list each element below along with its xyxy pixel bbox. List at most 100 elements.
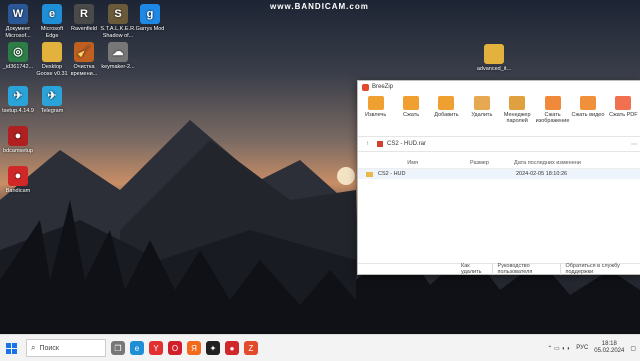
path-bar: ↑ CS2 - HUD.rar ⋯ [358,136,640,152]
bandicam-taskbar-icon[interactable]: ● [225,341,239,355]
bandicam-setup-icon: ● [8,126,28,146]
search-placeholder: Поиск [39,345,58,352]
compress-button[interactable]: Сжать [393,96,428,118]
bandicam-watermark: www.BANDICAM.com [270,2,369,11]
desktop-shortcut[interactable]: R Ravenfield [66,4,102,33]
archive-folder-icon [484,44,504,64]
system-tray: ⌃ ▭ ◖ ◗ РУС 18:18 05.02.2024 ▢ [547,341,640,355]
toolbar-label: Сжать видео [570,112,605,118]
column-size[interactable]: Размер [470,160,506,166]
search-icon: ⌕ [31,343,35,353]
file-date: 2024-02-05 18:10:26 [516,171,567,177]
breezip-window[interactable]: BreeZip ИзвлечьСжатьДобавитьУдалитьМенед… [357,80,640,275]
desktop-shortcut-label: keymaker-2... [100,64,136,71]
ravenfield-icon: R [74,4,94,24]
compress-video-button[interactable]: Сжать видео [570,96,605,118]
desktop-shortcut[interactable]: Desktop Goose v0.31 [34,42,70,77]
desktop-shortcut[interactable]: 🧹Очистка времени... [66,42,102,77]
desktop-shortcut-label: Ravenfield [66,26,102,33]
language-indicator[interactable]: РУС [576,345,588,351]
add-button[interactable]: Добавить [429,96,464,118]
column-name[interactable]: Имя [358,160,418,166]
desktop-shortcut-label: Desktop Goose v0.31 [34,64,70,77]
edge-taskbar-icon[interactable]: e [130,341,144,355]
toolbar-label: Извлечь [358,112,393,118]
extract-icon [368,96,384,110]
desktop-shortcut[interactable]: SS.T.A.L.K.E.R. Shadow of... [100,4,136,39]
game-taskbar-icon[interactable]: ✦ [206,341,220,355]
bandicam-icon: ● [8,166,28,186]
extract-button[interactable]: Извлечь [358,96,393,118]
start-button[interactable] [0,337,22,359]
desktop-shortcut[interactable]: ● Bandicam [0,166,36,195]
cleanup-icon: 🧹 [74,42,94,62]
taskbar-search[interactable]: ⌕ Поиск [26,339,106,357]
column-header: Имя Размер Дата последних изменени [358,158,640,169]
compress-video-icon [580,96,596,110]
compress-image-button[interactable]: Сжать изображение [535,96,570,124]
window-titlebar[interactable]: BreeZip [358,81,640,93]
desktop-shortcut-label: Microsoft Edge [34,26,70,39]
notifications-icon[interactable]: ▢ [630,345,636,352]
breezip-logo-icon [362,84,369,91]
compress-image-icon [545,96,561,110]
exe-file-icon: ◎ [8,42,28,62]
more-icon[interactable]: ⋯ [631,141,637,148]
clock-date: 05.02.2024 [594,348,624,355]
password-manager-icon [509,96,525,110]
support-link[interactable]: Обратиться в службу поддержки [561,263,640,275]
clock-time: 18:18 [594,341,624,348]
breezip-taskbar-icon[interactable]: Z [244,341,258,355]
desktop-shortcut[interactable]: W Документ Microsof... [0,4,36,39]
compress-pdf-icon [615,96,631,110]
toolbar-label: Сжать [393,112,428,118]
desktop-shortcut[interactable]: eMicrosoft Edge [34,4,70,39]
how-to-uninstall-link[interactable]: Как удалить [456,263,493,275]
desktop-shortcut-label: Bandicam [0,188,36,195]
word-document-icon: W [8,4,28,24]
column-date[interactable]: Дата последних изменени [514,160,581,166]
desktop-shortcut-label: Telegram [34,108,70,115]
telegram-setup-icon: ✈ [8,86,28,106]
desktop-shortcut-label: Документ Microsof... [0,26,36,39]
desktop-shortcut[interactable]: ✈Telegram [34,86,70,115]
desktop-shortcut[interactable]: ✈ tsetup.4.14.9 [0,86,36,115]
stalker-icon: S [108,4,128,24]
taskbar: ⌕ Поиск ❐ eYOЯ ✦ ● Z ⌃ ▭ ◖ ◗ РУС 18:18 05.02… [0,334,640,361]
compress-pdf-button[interactable]: Сжать PDF [606,96,640,118]
task-view-icon[interactable]: ❐ [111,341,125,355]
desktop-shortcut[interactable]: gGarrys Mod [132,4,168,33]
desktop-shortcut-label: tsetup.4.14.9 [0,108,36,115]
yandex-taskbar-icon[interactable]: Y [149,341,163,355]
desktop-shortcut[interactable]: advanced_it... [476,44,512,73]
compress-icon [403,96,419,110]
toolbar-label: Сжать PDF [606,112,640,118]
folder-icon [366,172,373,177]
tray-icons[interactable]: ⌃ ▭ ◖ ◗ [547,345,570,352]
desktop-shortcut[interactable]: ● bdcamsetup [0,126,36,155]
toolbar-label: Добавить [429,112,464,118]
desktop-shortcut-label: bdcamsetup [0,148,36,155]
folder-icon [42,42,62,62]
desktop-shortcut[interactable]: ◎_id361742... [0,42,36,71]
opera-taskbar-icon[interactable]: O [168,341,182,355]
desktop-shortcut-label: advanced_it... [476,66,512,73]
password-manager-button[interactable]: Менеджер паролей [500,96,535,124]
user-guide-link[interactable]: Руководство пользователя [493,263,561,275]
keymaker-icon: ☁ [108,42,128,62]
yandex-browser-taskbar-icon[interactable]: Я [187,341,201,355]
delete-button[interactable]: Удалить [464,96,499,118]
delete-icon [474,96,490,110]
toolbar-label: Удалить [464,112,499,118]
clock[interactable]: 18:18 05.02.2024 [594,341,624,355]
rar-archive-icon [377,141,383,147]
file-name: CS2 - HUD [378,171,478,177]
current-path: CS2 - HUD.rar [387,141,426,147]
desktop-shortcut-label: Garrys Mod [132,26,168,33]
file-row[interactable]: CS2 - HUD 2024-02-05 18:10:26 [358,169,640,179]
status-bar: Как удалить Руководство пользователя Обр… [358,263,640,274]
add-icon [438,96,454,110]
window-title: BreeZip [372,84,393,90]
up-arrow-icon[interactable]: ↑ [366,141,369,147]
desktop-shortcut[interactable]: ☁ keymaker-2... [100,42,136,71]
